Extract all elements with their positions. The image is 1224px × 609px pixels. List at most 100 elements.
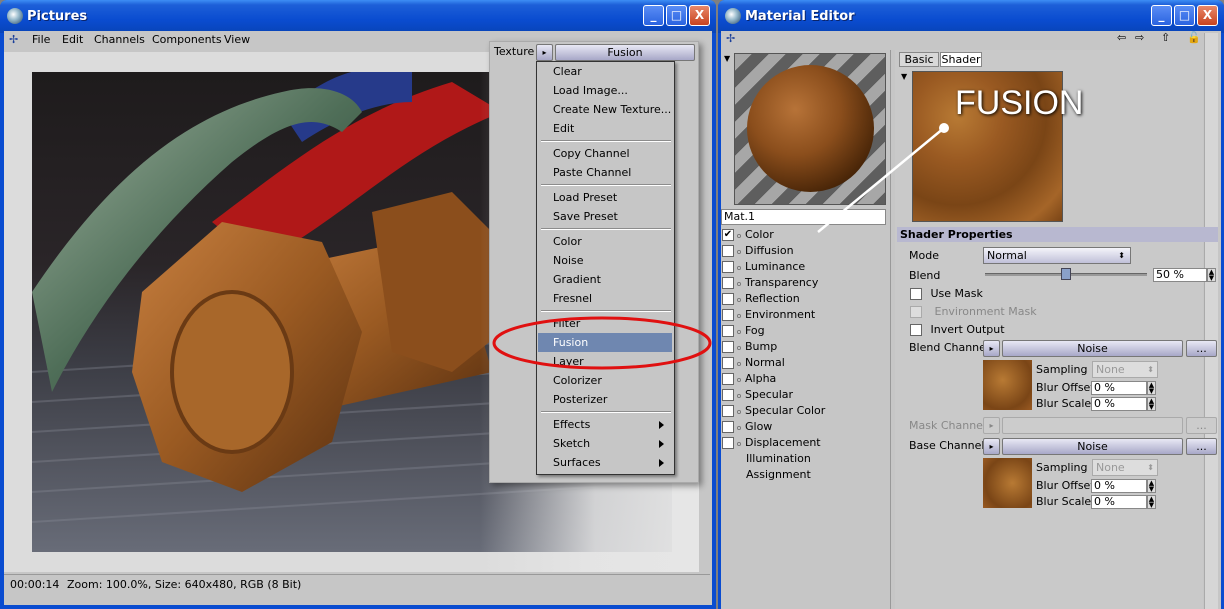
material-editor-titlebar[interactable]: Material Editor _ □ X	[718, 0, 1224, 33]
menu-item-posterizer[interactable]: Posterizer	[538, 390, 672, 409]
channel-checkbox[interactable]	[722, 261, 734, 273]
menu-item-load-preset[interactable]: Load Preset	[538, 188, 672, 207]
close-button[interactable]: X	[1197, 5, 1218, 26]
base-channel-more-button[interactable]: ...	[1186, 438, 1217, 455]
use-mask-row[interactable]: Use Mask	[910, 287, 983, 300]
mask-channel-value	[1002, 417, 1183, 434]
pictures-titlebar[interactable]: Pictures _ □ X	[0, 0, 716, 33]
scrollbar-v[interactable]	[1204, 33, 1218, 609]
channel-checkbox[interactable]	[722, 389, 734, 401]
blend-blur-scale-field[interactable]: 0 %	[1091, 397, 1147, 411]
forward-arrow-icon[interactable]: ⇨	[1135, 31, 1144, 44]
base-blur-scale-spinner[interactable]: ▲ ▼	[1147, 495, 1156, 509]
menu-item-noise[interactable]: Noise	[538, 251, 672, 270]
menu-file[interactable]: File	[32, 33, 50, 46]
channel-checkbox[interactable]	[722, 309, 734, 321]
use-mask-label: Use Mask	[930, 287, 983, 300]
preview-menu-arrow-icon[interactable]: ▼	[724, 54, 730, 63]
minimize-button[interactable]: _	[643, 5, 664, 26]
back-arrow-icon[interactable]: ⇦	[1117, 31, 1126, 44]
menu-item-surfaces[interactable]: Surfaces	[538, 453, 672, 472]
menu-item-save-preset[interactable]: Save Preset	[538, 207, 672, 226]
blend-channel-arrow-button[interactable]: ▸	[983, 340, 1000, 357]
channel-label: Specular	[745, 388, 794, 401]
move-icon[interactable]: ✢	[726, 32, 735, 45]
menu-item-paste-channel[interactable]: Paste Channel	[538, 163, 672, 182]
menu-item-effects[interactable]: Effects	[538, 415, 672, 434]
menu-item-clear[interactable]: Clear	[538, 62, 672, 81]
tab-basic[interactable]: Basic	[899, 52, 939, 67]
base-blur-offset-spinner[interactable]: ▲ ▼	[1147, 479, 1156, 493]
close-button[interactable]: X	[689, 5, 710, 26]
texture-arrow-button[interactable]: ▸	[536, 44, 553, 61]
menu-components[interactable]: Components	[152, 33, 222, 46]
base-channel-value[interactable]: Noise	[1002, 438, 1183, 455]
texture-current[interactable]: Fusion	[555, 44, 695, 61]
channel-dot-icon	[737, 314, 741, 318]
blend-value-field[interactable]: 50 %	[1153, 268, 1207, 282]
blend-channel-value[interactable]: Noise	[1002, 340, 1183, 357]
scrollbar-v[interactable]	[699, 52, 710, 572]
blend-blur-offset-spinner[interactable]: ▲ ▼	[1147, 381, 1156, 395]
image-info: Zoom: 100.0%, Size: 640x480, RGB (8 Bit)	[67, 578, 302, 591]
channel-checkbox[interactable]	[722, 325, 734, 337]
blend-spinner[interactable]: ▲ ▼	[1207, 268, 1216, 282]
channel-checkbox[interactable]	[722, 421, 734, 433]
blend-sampling-label: Sampling	[1036, 363, 1088, 376]
tab-shader[interactable]: Shader	[940, 52, 982, 67]
blend-channel-more-button[interactable]: ...	[1186, 340, 1217, 357]
channel-checkbox[interactable]: ✔	[722, 229, 734, 241]
invert-output-checkbox[interactable]	[910, 324, 922, 336]
channel-dot-icon	[737, 282, 741, 286]
channel-dot-icon	[737, 394, 741, 398]
minimize-button[interactable]: _	[1151, 5, 1172, 26]
chevron-updown-icon: ⬍	[1118, 251, 1125, 260]
me-toolbar: ✢ ⇦ ⇨ ⇧ 🔓	[721, 31, 1221, 49]
extra-item-assignment[interactable]: Assignment	[746, 468, 811, 481]
menu-edit[interactable]: Edit	[62, 33, 83, 46]
channel-checkbox[interactable]	[722, 405, 734, 417]
base-channel-arrow-button[interactable]: ▸	[983, 438, 1000, 455]
maximize-button[interactable]: □	[666, 5, 687, 26]
maximize-button[interactable]: □	[1174, 5, 1195, 26]
base-blur-scale-field[interactable]: 0 %	[1091, 495, 1147, 509]
menu-item-create-new-texture[interactable]: Create New Texture...	[538, 100, 672, 119]
menu-item-load-image[interactable]: Load Image...	[538, 81, 672, 100]
up-arrow-icon[interactable]: ⇧	[1161, 31, 1170, 44]
channel-checkbox[interactable]	[722, 277, 734, 289]
blend-slider-thumb[interactable]	[1061, 268, 1071, 280]
channel-checkbox[interactable]	[722, 293, 734, 305]
use-mask-checkbox[interactable]	[910, 288, 922, 300]
shader-preview-arrow-icon[interactable]: ▼	[901, 72, 907, 81]
base-blur-offset-field[interactable]: 0 %	[1091, 479, 1147, 493]
channel-label: Fog	[745, 324, 765, 337]
channel-checkbox[interactable]	[722, 341, 734, 353]
channel-label: Diffusion	[745, 244, 794, 257]
menu-channels[interactable]: Channels	[94, 33, 145, 46]
channel-checkbox[interactable]	[722, 357, 734, 369]
menu-item-sketch[interactable]: Sketch	[538, 434, 672, 453]
blend-blur-offset-field[interactable]: 0 %	[1091, 381, 1147, 395]
chevron-updown-icon: ⬍	[1147, 365, 1154, 374]
channel-checkbox[interactable]	[722, 245, 734, 257]
blend-blur-scale-spinner[interactable]: ▲ ▼	[1147, 397, 1156, 411]
extra-item-illumination[interactable]: Illumination	[746, 452, 811, 465]
menu-view[interactable]: View	[224, 33, 250, 46]
menu-item-fresnel[interactable]: Fresnel	[538, 289, 672, 308]
mask-channel-more-button: ...	[1186, 417, 1217, 434]
env-mask-row: Environment Mask	[910, 305, 1037, 318]
channel-label: Transparency	[745, 276, 819, 289]
channel-dot-icon	[737, 298, 741, 302]
mode-select[interactable]: Normal ⬍	[983, 247, 1131, 264]
move-icon[interactable]: ✢	[9, 33, 18, 46]
menu-item-gradient[interactable]: Gradient	[538, 270, 672, 289]
lock-icon[interactable]: 🔓	[1187, 31, 1201, 44]
channel-checkbox[interactable]	[722, 373, 734, 385]
channel-dot-icon	[737, 266, 741, 270]
menu-item-color[interactable]: Color	[538, 232, 672, 251]
menu-item-copy-channel[interactable]: Copy Channel	[538, 144, 672, 163]
base-channel-label: Base Channel	[909, 439, 985, 452]
channel-checkbox[interactable]	[722, 437, 734, 449]
invert-output-row[interactable]: Invert Output	[910, 323, 1005, 336]
menu-item-edit[interactable]: Edit	[538, 119, 672, 138]
